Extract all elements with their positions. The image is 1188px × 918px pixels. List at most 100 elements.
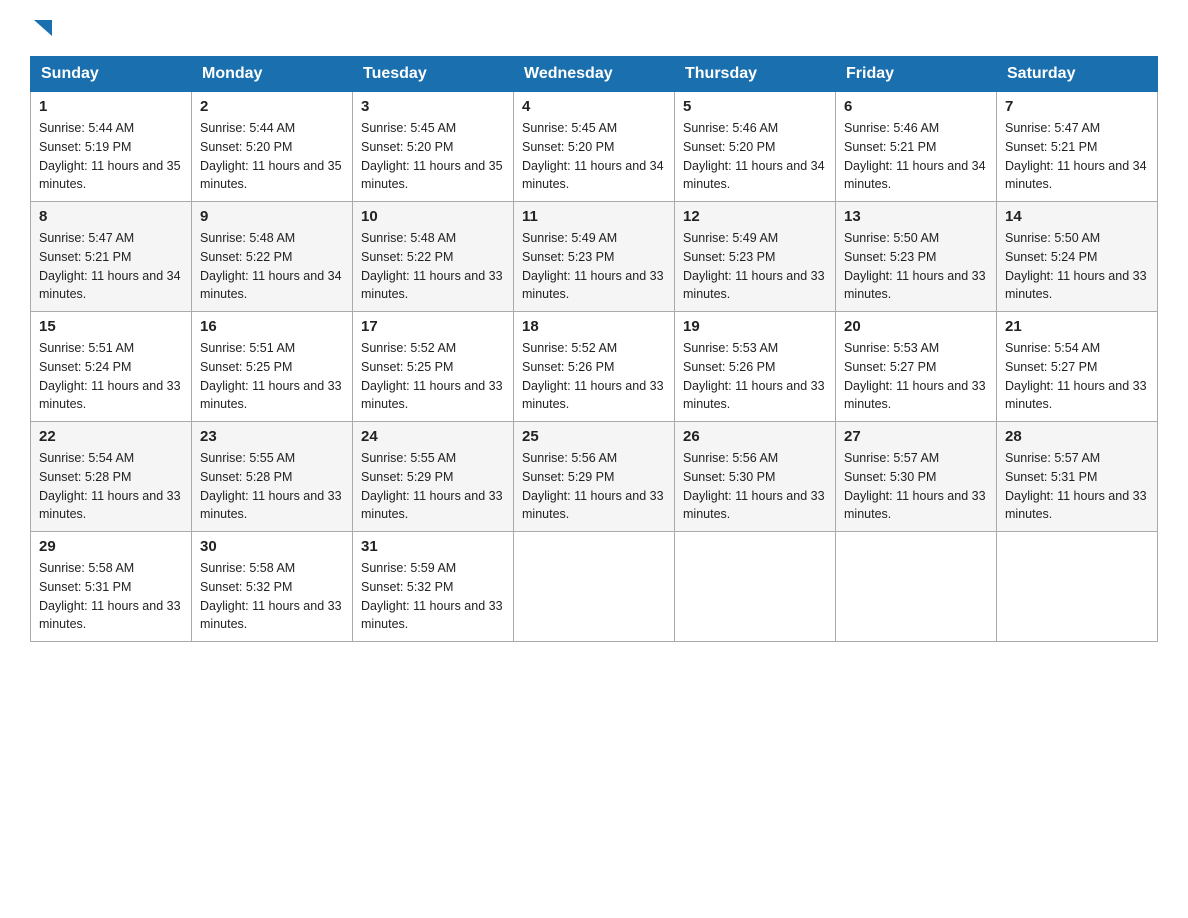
- day-number: 19: [683, 318, 827, 335]
- calendar-cell: [997, 532, 1158, 642]
- day-info: Sunrise: 5:58 AMSunset: 5:31 PMDaylight:…: [39, 561, 181, 631]
- day-number: 13: [844, 208, 988, 225]
- calendar-cell: 12 Sunrise: 5:49 AMSunset: 5:23 PMDaylig…: [675, 202, 836, 312]
- day-info: Sunrise: 5:47 AMSunset: 5:21 PMDaylight:…: [39, 231, 181, 301]
- col-header-sunday: Sunday: [31, 57, 192, 92]
- calendar-cell: 31 Sunrise: 5:59 AMSunset: 5:32 PMDaylig…: [353, 532, 514, 642]
- calendar-cell: 26 Sunrise: 5:56 AMSunset: 5:30 PMDaylig…: [675, 422, 836, 532]
- calendar-cell: 29 Sunrise: 5:58 AMSunset: 5:31 PMDaylig…: [31, 532, 192, 642]
- col-header-saturday: Saturday: [997, 57, 1158, 92]
- day-info: Sunrise: 5:54 AMSunset: 5:27 PMDaylight:…: [1005, 341, 1147, 411]
- day-info: Sunrise: 5:47 AMSunset: 5:21 PMDaylight:…: [1005, 121, 1147, 191]
- calendar-cell: 1 Sunrise: 5:44 AMSunset: 5:19 PMDayligh…: [31, 92, 192, 202]
- day-number: 9: [200, 208, 344, 225]
- day-number: 14: [1005, 208, 1149, 225]
- col-header-friday: Friday: [836, 57, 997, 92]
- day-number: 3: [361, 98, 505, 115]
- day-info: Sunrise: 5:44 AMSunset: 5:19 PMDaylight:…: [39, 121, 181, 191]
- day-info: Sunrise: 5:50 AMSunset: 5:23 PMDaylight:…: [844, 231, 986, 301]
- day-number: 30: [200, 538, 344, 555]
- day-number: 11: [522, 208, 666, 225]
- calendar-cell: [675, 532, 836, 642]
- col-header-monday: Monday: [192, 57, 353, 92]
- day-info: Sunrise: 5:52 AMSunset: 5:26 PMDaylight:…: [522, 341, 664, 411]
- calendar-cell: 7 Sunrise: 5:47 AMSunset: 5:21 PMDayligh…: [997, 92, 1158, 202]
- day-info: Sunrise: 5:48 AMSunset: 5:22 PMDaylight:…: [200, 231, 342, 301]
- calendar-header-row: SundayMondayTuesdayWednesdayThursdayFrid…: [31, 57, 1158, 92]
- col-header-tuesday: Tuesday: [353, 57, 514, 92]
- day-info: Sunrise: 5:58 AMSunset: 5:32 PMDaylight:…: [200, 561, 342, 631]
- calendar-cell: [514, 532, 675, 642]
- calendar-cell: 22 Sunrise: 5:54 AMSunset: 5:28 PMDaylig…: [31, 422, 192, 532]
- day-number: 18: [522, 318, 666, 335]
- day-info: Sunrise: 5:45 AMSunset: 5:20 PMDaylight:…: [361, 121, 503, 191]
- col-header-thursday: Thursday: [675, 57, 836, 92]
- day-number: 25: [522, 428, 666, 445]
- day-number: 1: [39, 98, 183, 115]
- calendar-cell: 10 Sunrise: 5:48 AMSunset: 5:22 PMDaylig…: [353, 202, 514, 312]
- day-number: 31: [361, 538, 505, 555]
- day-number: 21: [1005, 318, 1149, 335]
- day-number: 28: [1005, 428, 1149, 445]
- col-header-wednesday: Wednesday: [514, 57, 675, 92]
- day-info: Sunrise: 5:44 AMSunset: 5:20 PMDaylight:…: [200, 121, 342, 191]
- calendar-cell: 17 Sunrise: 5:52 AMSunset: 5:25 PMDaylig…: [353, 312, 514, 422]
- day-info: Sunrise: 5:54 AMSunset: 5:28 PMDaylight:…: [39, 451, 181, 521]
- logo: [30, 20, 54, 38]
- calendar-week-row: 15 Sunrise: 5:51 AMSunset: 5:24 PMDaylig…: [31, 312, 1158, 422]
- day-number: 15: [39, 318, 183, 335]
- day-info: Sunrise: 5:53 AMSunset: 5:26 PMDaylight:…: [683, 341, 825, 411]
- calendar-week-row: 22 Sunrise: 5:54 AMSunset: 5:28 PMDaylig…: [31, 422, 1158, 532]
- day-info: Sunrise: 5:49 AMSunset: 5:23 PMDaylight:…: [522, 231, 664, 301]
- day-info: Sunrise: 5:51 AMSunset: 5:24 PMDaylight:…: [39, 341, 181, 411]
- day-info: Sunrise: 5:56 AMSunset: 5:30 PMDaylight:…: [683, 451, 825, 521]
- calendar-cell: 30 Sunrise: 5:58 AMSunset: 5:32 PMDaylig…: [192, 532, 353, 642]
- day-info: Sunrise: 5:57 AMSunset: 5:31 PMDaylight:…: [1005, 451, 1147, 521]
- calendar-week-row: 8 Sunrise: 5:47 AMSunset: 5:21 PMDayligh…: [31, 202, 1158, 312]
- day-info: Sunrise: 5:57 AMSunset: 5:30 PMDaylight:…: [844, 451, 986, 521]
- day-number: 27: [844, 428, 988, 445]
- calendar-cell: 2 Sunrise: 5:44 AMSunset: 5:20 PMDayligh…: [192, 92, 353, 202]
- calendar-cell: 28 Sunrise: 5:57 AMSunset: 5:31 PMDaylig…: [997, 422, 1158, 532]
- day-number: 29: [39, 538, 183, 555]
- calendar-week-row: 29 Sunrise: 5:58 AMSunset: 5:31 PMDaylig…: [31, 532, 1158, 642]
- calendar-cell: 15 Sunrise: 5:51 AMSunset: 5:24 PMDaylig…: [31, 312, 192, 422]
- calendar-cell: 24 Sunrise: 5:55 AMSunset: 5:29 PMDaylig…: [353, 422, 514, 532]
- calendar-week-row: 1 Sunrise: 5:44 AMSunset: 5:19 PMDayligh…: [31, 92, 1158, 202]
- day-number: 22: [39, 428, 183, 445]
- calendar-cell: 25 Sunrise: 5:56 AMSunset: 5:29 PMDaylig…: [514, 422, 675, 532]
- day-number: 26: [683, 428, 827, 445]
- calendar-cell: 14 Sunrise: 5:50 AMSunset: 5:24 PMDaylig…: [997, 202, 1158, 312]
- day-info: Sunrise: 5:52 AMSunset: 5:25 PMDaylight:…: [361, 341, 503, 411]
- calendar-cell: 5 Sunrise: 5:46 AMSunset: 5:20 PMDayligh…: [675, 92, 836, 202]
- day-info: Sunrise: 5:56 AMSunset: 5:29 PMDaylight:…: [522, 451, 664, 521]
- calendar-cell: 18 Sunrise: 5:52 AMSunset: 5:26 PMDaylig…: [514, 312, 675, 422]
- calendar-cell: 20 Sunrise: 5:53 AMSunset: 5:27 PMDaylig…: [836, 312, 997, 422]
- calendar-cell: 3 Sunrise: 5:45 AMSunset: 5:20 PMDayligh…: [353, 92, 514, 202]
- day-number: 6: [844, 98, 988, 115]
- day-number: 4: [522, 98, 666, 115]
- day-info: Sunrise: 5:48 AMSunset: 5:22 PMDaylight:…: [361, 231, 503, 301]
- calendar-cell: 4 Sunrise: 5:45 AMSunset: 5:20 PMDayligh…: [514, 92, 675, 202]
- day-number: 24: [361, 428, 505, 445]
- day-number: 5: [683, 98, 827, 115]
- day-number: 7: [1005, 98, 1149, 115]
- day-info: Sunrise: 5:59 AMSunset: 5:32 PMDaylight:…: [361, 561, 503, 631]
- calendar-cell: 21 Sunrise: 5:54 AMSunset: 5:27 PMDaylig…: [997, 312, 1158, 422]
- day-info: Sunrise: 5:50 AMSunset: 5:24 PMDaylight:…: [1005, 231, 1147, 301]
- calendar-cell: 6 Sunrise: 5:46 AMSunset: 5:21 PMDayligh…: [836, 92, 997, 202]
- calendar-cell: 13 Sunrise: 5:50 AMSunset: 5:23 PMDaylig…: [836, 202, 997, 312]
- calendar-cell: 11 Sunrise: 5:49 AMSunset: 5:23 PMDaylig…: [514, 202, 675, 312]
- day-number: 16: [200, 318, 344, 335]
- day-info: Sunrise: 5:46 AMSunset: 5:21 PMDaylight:…: [844, 121, 986, 191]
- calendar-cell: 19 Sunrise: 5:53 AMSunset: 5:26 PMDaylig…: [675, 312, 836, 422]
- calendar-cell: 16 Sunrise: 5:51 AMSunset: 5:25 PMDaylig…: [192, 312, 353, 422]
- day-number: 12: [683, 208, 827, 225]
- day-number: 17: [361, 318, 505, 335]
- day-number: 8: [39, 208, 183, 225]
- calendar-cell: 8 Sunrise: 5:47 AMSunset: 5:21 PMDayligh…: [31, 202, 192, 312]
- day-info: Sunrise: 5:53 AMSunset: 5:27 PMDaylight:…: [844, 341, 986, 411]
- day-number: 23: [200, 428, 344, 445]
- day-info: Sunrise: 5:51 AMSunset: 5:25 PMDaylight:…: [200, 341, 342, 411]
- day-info: Sunrise: 5:55 AMSunset: 5:28 PMDaylight:…: [200, 451, 342, 521]
